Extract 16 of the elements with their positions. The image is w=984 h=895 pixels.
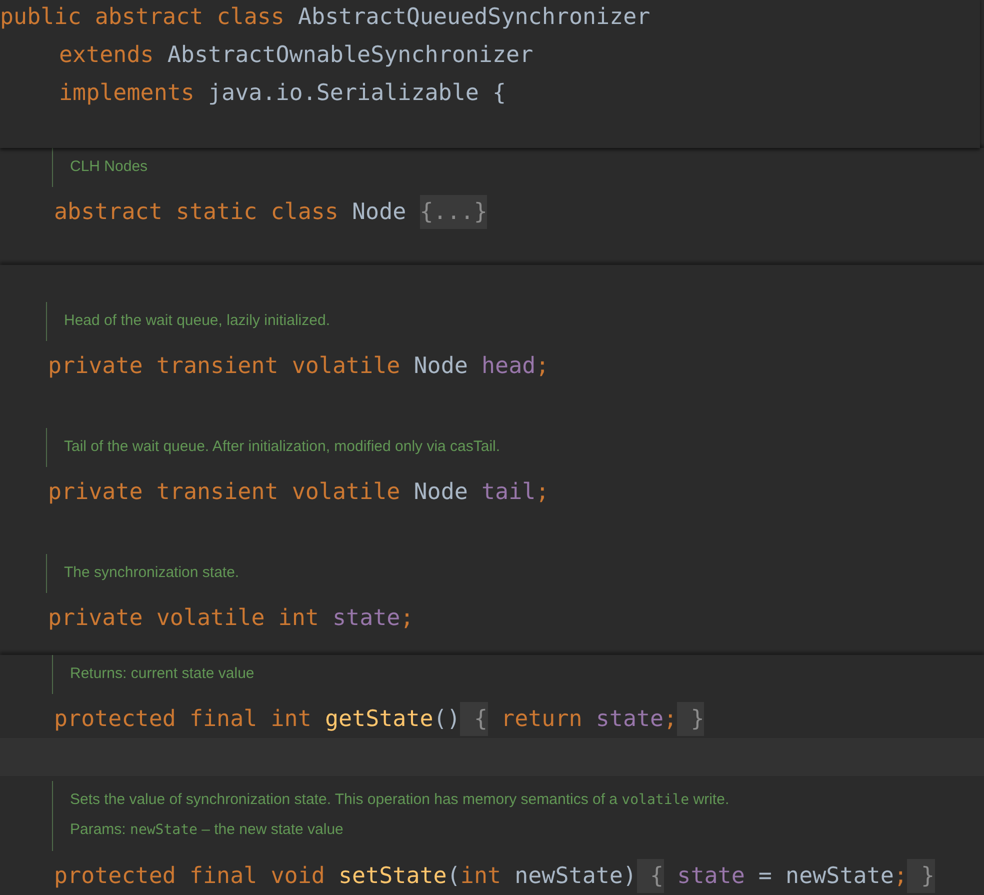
code-line: abstract static class Node {...} bbox=[54, 195, 488, 229]
code-line: implements java.io.Serializable { bbox=[59, 80, 506, 106]
doc-comment: Returns: current state value bbox=[70, 665, 254, 682]
doc-comment: The synchronization state. bbox=[64, 564, 240, 581]
code-line: extends AbstractOwnableSynchronizer bbox=[59, 42, 534, 68]
doc-comment: Tail of the wait queue. After initialization, modified only via casTail. bbox=[64, 438, 500, 455]
code-line: public abstract class AbstractQueuedSynchronizer bbox=[0, 4, 650, 30]
doc-comment: Sets the value of synchronization state. This operation has memory semantics of a volatile write. bbox=[70, 791, 730, 808]
code-line: protected final int getState() { return state; } bbox=[54, 702, 704, 736]
doc-comment: Params: newState – the new state value bbox=[70, 821, 344, 838]
doc-comment: Head of the wait queue, lazily initialized. bbox=[64, 312, 330, 329]
code-line: private transient volatile Node tail; bbox=[48, 479, 550, 505]
code-line: protected final void setState(int newState) { state = newState; } bbox=[54, 859, 935, 893]
code-line: private transient volatile Node head; bbox=[48, 353, 550, 379]
code-line: private volatile int state; bbox=[48, 605, 414, 631]
doc-comment: CLH Nodes bbox=[70, 158, 148, 175]
